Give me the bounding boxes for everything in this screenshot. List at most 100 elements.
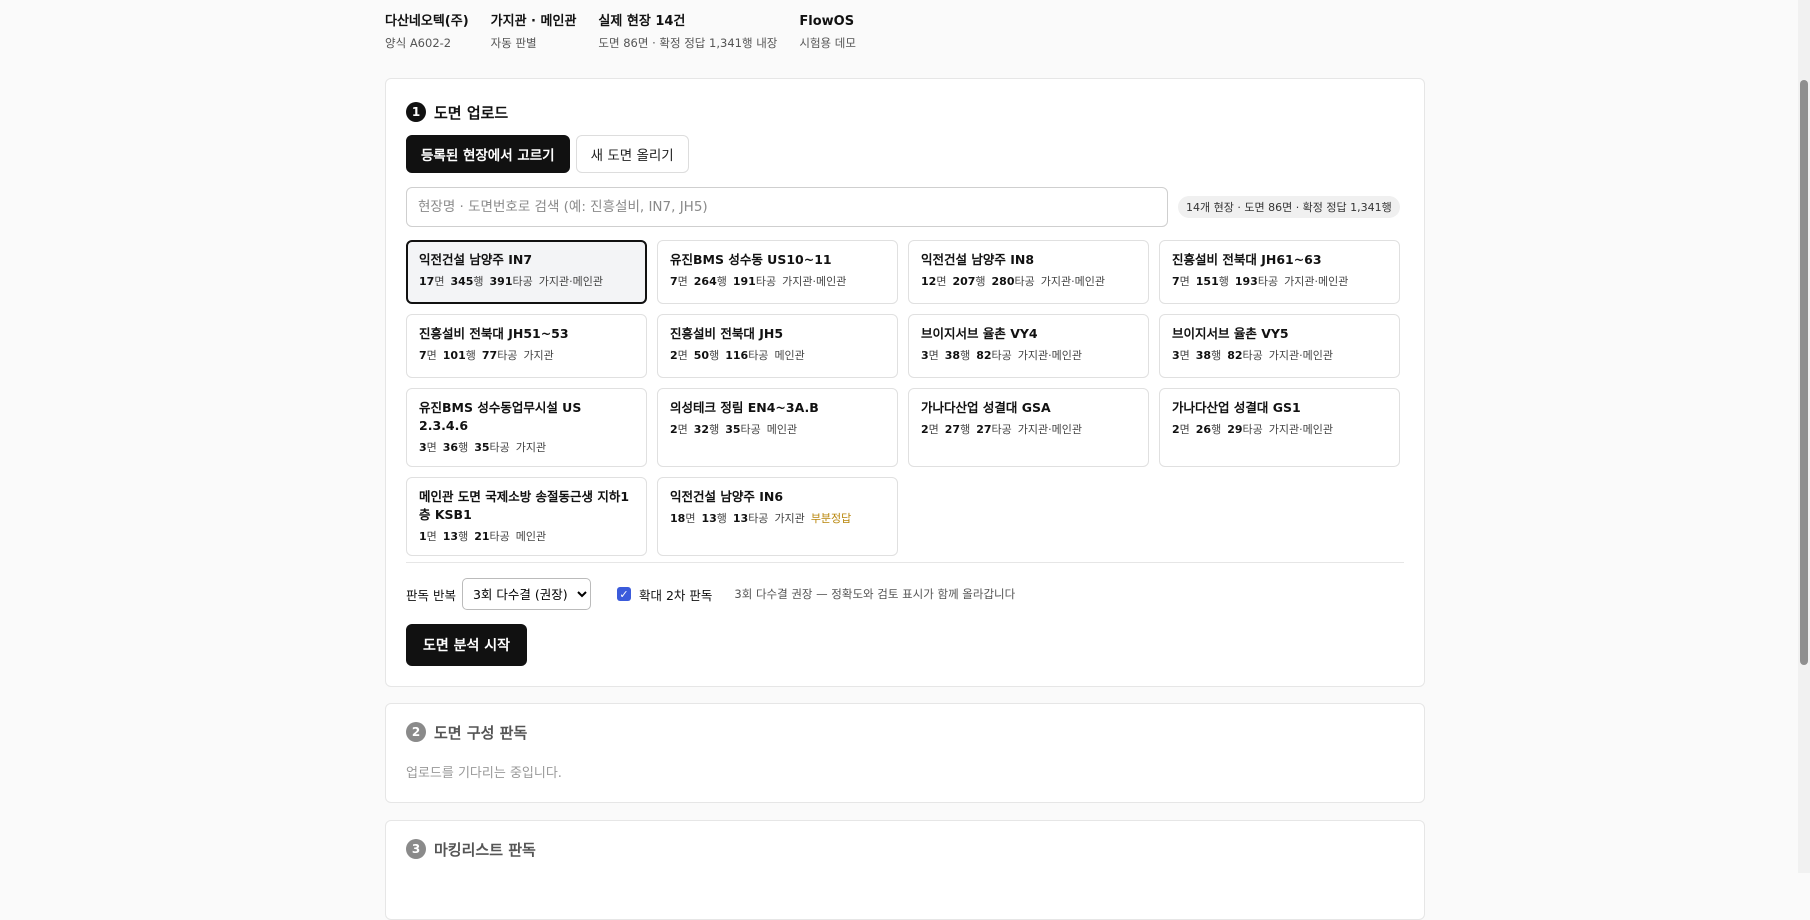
- site-card[interactable]: 진흥설비 전북대 JH5 2면 50행 116타공 메인관: [657, 314, 898, 378]
- site-rows-unit: 행: [709, 349, 720, 362]
- site-kind: 가지관·메인관: [1284, 275, 1349, 288]
- step-number-1: 1: [406, 102, 426, 122]
- site-card[interactable]: 익전건설 남양주 IN6 18면 13행 13타공 가지관 부분정답: [657, 477, 898, 556]
- zoom-checkbox[interactable]: ✓: [616, 587, 631, 601]
- markinglist-card: 3 마킹리스트 판독: [385, 820, 1425, 920]
- upload-card: 1 도면 업로드 등록된 현장에서 고르기 새 도면 올리기 14개 현장 · …: [385, 78, 1425, 687]
- site-rows: 50행: [694, 349, 719, 362]
- site-pages-value: 3: [921, 349, 929, 362]
- header-type: 가지관 · 메인관 자동 판별: [491, 12, 577, 60]
- site-pages-value: 1: [419, 530, 427, 543]
- site-pages-value: 18: [670, 512, 686, 525]
- site-holes-unit: 타공: [755, 275, 777, 288]
- site-pages-unit: 면: [928, 423, 939, 436]
- site-card[interactable]: 브이지서브 율촌 VY4 3면 38행 82타공 가지관·메인관: [908, 314, 1149, 378]
- site-meta: 7면 101행 77타공 가지관: [419, 348, 634, 364]
- site-card[interactable]: 브이지서브 율촌 VY5 3면 38행 82타공 가지관·메인관: [1159, 314, 1400, 378]
- tab-new-upload[interactable]: 새 도면 올리기: [575, 135, 689, 173]
- site-pages: 2면: [921, 423, 939, 436]
- site-holes-value: 193: [1234, 275, 1258, 288]
- site-name: 유진BMS 성수동 US10~11: [670, 252, 832, 267]
- tab-registered-sites[interactable]: 등록된 현장에서 고르기: [406, 135, 570, 173]
- site-name: 브이지서브 율촌 VY4: [921, 326, 1038, 341]
- site-card[interactable]: 의성테크 정림 EN4~3A.B 2면 32행 35타공 메인관: [657, 388, 898, 467]
- site-pages-unit: 면: [1179, 349, 1190, 362]
- site-pages-value: 17: [419, 275, 435, 288]
- site-meta: 2면 32행 35타공 메인관: [670, 422, 885, 438]
- site-rows-value: 27: [944, 423, 961, 436]
- site-holes-value: 191: [732, 275, 756, 288]
- site-pages-unit: 면: [1179, 423, 1190, 436]
- site-rows-value: 38: [944, 349, 961, 362]
- divider: [406, 562, 1404, 563]
- site-kind: 가지관·메인관: [538, 275, 603, 288]
- site-rows-unit: 행: [458, 441, 469, 454]
- site-name: 익전건설 남양주 IN6: [670, 489, 784, 504]
- site-pages-value: 7: [1172, 275, 1180, 288]
- library-summary-badge: 14개 현장 · 도면 86면 · 확정 정답 1,341행: [1178, 196, 1400, 218]
- site-pages-unit: 면: [677, 275, 688, 288]
- site-meta: 2면 27행 27타공 가지관·메인관: [921, 422, 1136, 438]
- site-pages-value: 12: [921, 275, 937, 288]
- site-rows-unit: 행: [1211, 423, 1222, 436]
- company-name: 다산네오텍(주): [385, 14, 469, 29]
- site-holes-value: 77: [481, 349, 498, 362]
- site-pages: 17면: [419, 275, 444, 288]
- site-holes-unit: 타공: [497, 349, 518, 362]
- site-note-badge: 부분정답: [810, 512, 852, 525]
- site-rows-value: 32: [693, 423, 710, 436]
- site-holes-unit: 타공: [991, 423, 1012, 436]
- site-name: 브이지서브 율촌 VY5: [1172, 326, 1289, 341]
- site-rows: 345행: [450, 275, 483, 288]
- site-card[interactable]: 메인관 도면 국제소방 송절동근생 지하1층 KSB1 1면 13행 21타공 메인관: [406, 477, 647, 556]
- site-kind: 가지관: [515, 441, 547, 454]
- site-search-input[interactable]: [406, 187, 1168, 227]
- start-analysis-button[interactable]: 도면 분석 시작: [406, 624, 528, 666]
- site-meta: 3면 38행 82타공 가지관·메인관: [921, 348, 1136, 364]
- site-rows: 32행: [694, 423, 719, 436]
- upload-section-title: 1 도면 업로드: [406, 102, 1404, 122]
- site-kind: 가지관: [523, 349, 554, 362]
- site-rows-value: 50: [693, 349, 710, 362]
- site-meta: 7면 151행 193타공 가지관·메인관: [1172, 274, 1387, 290]
- site-rows-value: 264: [693, 275, 717, 288]
- site-holes: 193타공: [1235, 275, 1278, 288]
- site-holes: 35타공: [474, 441, 510, 454]
- site-kind: 가지관·메인관: [1268, 349, 1333, 362]
- scrollbar-thumb[interactable]: [1800, 80, 1808, 665]
- composition-section-title: 2 도면 구성 판독: [406, 722, 1404, 742]
- page-scrollbar[interactable]: [1798, 0, 1810, 873]
- site-rows: 101행: [443, 349, 476, 362]
- site-kind: 가지관·메인관: [1017, 349, 1082, 362]
- site-card[interactable]: 유진BMS 성수동업무시설 US 2.3.4.6 3면 36행 35타공 가지관: [406, 388, 647, 467]
- site-name: 진흥설비 전북대 JH51~53: [419, 326, 569, 341]
- site-card[interactable]: 유진BMS 성수동 US10~11 7면 264행 191타공 가지관·메인관: [657, 240, 898, 304]
- site-pages-unit: 면: [426, 441, 437, 454]
- site-rows-unit: 행: [465, 349, 476, 362]
- site-rows-value: 207: [952, 275, 976, 288]
- site-card[interactable]: 가나다산업 성결대 GSA 2면 27행 27타공 가지관·메인관: [908, 388, 1149, 467]
- header-sites: 실제 현장 14건 도면 86면 · 확정 정답 1,341행 내장: [598, 12, 777, 60]
- site-name: 진흥설비 전북대 JH61~63: [1172, 252, 1322, 267]
- site-card[interactable]: 익전건설 남양주 IN8 12면 207행 280타공 가지관·메인관: [908, 240, 1149, 304]
- site-pages-unit: 면: [936, 275, 947, 288]
- site-count: 실제 현장 14건: [598, 14, 686, 29]
- site-pages-unit: 면: [1179, 275, 1190, 288]
- site-name: 의성테크 정림 EN4~3A.B: [670, 400, 819, 415]
- site-holes-unit: 타공: [748, 512, 769, 525]
- site-card[interactable]: 가나다산업 성결대 GS1 2면 26행 29타공 가지관·메인관: [1159, 388, 1400, 467]
- site-kind: 가지관·메인관: [782, 275, 847, 288]
- site-name: 익전건설 남양주 IN8: [921, 252, 1035, 267]
- site-rows: 264행: [694, 275, 727, 288]
- site-card[interactable]: 진흥설비 전북대 JH61~63 7면 151행 193타공 가지관·메인관: [1159, 240, 1400, 304]
- site-card[interactable]: 익전건설 남양주 IN7 17면 345행 391타공 가지관·메인관: [406, 240, 647, 304]
- site-holes-unit: 타공: [489, 441, 510, 454]
- repeat-select[interactable]: 3회 다수결 (권장): [461, 578, 591, 610]
- site-rows: 151행: [1196, 275, 1229, 288]
- site-rows-unit: 행: [709, 423, 720, 436]
- site-pages-value: 2: [670, 423, 678, 436]
- site-card[interactable]: 진흥설비 전북대 JH51~53 7면 101행 77타공 가지관: [406, 314, 647, 378]
- zoom-checkbox-group[interactable]: ✓ 확대 2차 판독: [616, 585, 712, 604]
- composition-title: 도면 구성 판독: [434, 723, 528, 742]
- site-holes-value: 35: [725, 423, 741, 436]
